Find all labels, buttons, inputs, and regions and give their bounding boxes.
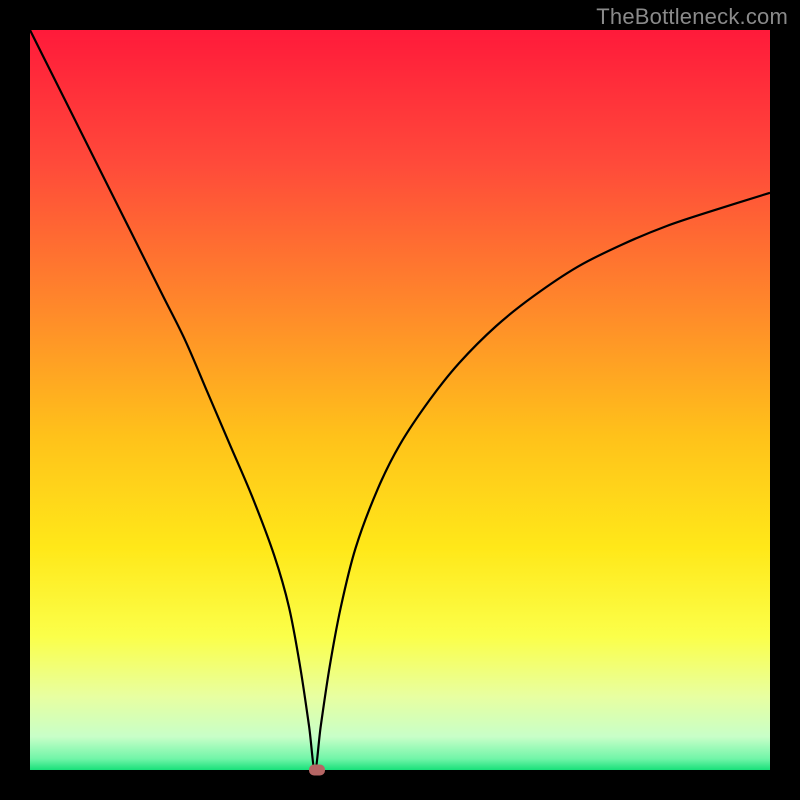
plot-area	[30, 30, 770, 770]
chart-frame: TheBottleneck.com	[0, 0, 800, 800]
optimal-marker	[309, 765, 325, 776]
watermark-text: TheBottleneck.com	[596, 4, 788, 30]
curve-layer	[30, 30, 770, 770]
bottleneck-curve	[30, 30, 770, 770]
